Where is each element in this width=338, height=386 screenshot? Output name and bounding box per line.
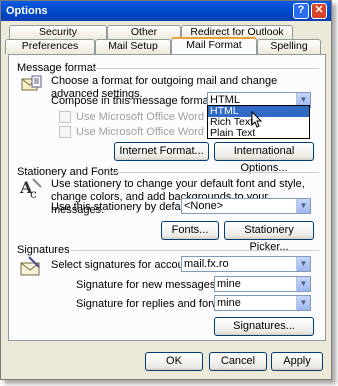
internet-format-button[interactable]: Internet Format... [114, 142, 209, 161]
tab-security[interactable]: Security [9, 25, 107, 40]
tab-label: Mail Format [186, 39, 242, 51]
new-signature-select[interactable]: mine ▼ [214, 276, 311, 292]
mouse-cursor-icon [251, 111, 263, 128]
tab-other[interactable]: Other [107, 25, 181, 40]
tab-spelling[interactable]: Spelling [257, 39, 321, 54]
account-value: mail.fx.ro [184, 258, 229, 270]
help-button[interactable]: ? [293, 3, 309, 19]
tab-mail-setup[interactable]: Mail Setup [95, 39, 171, 54]
cancel-button[interactable]: Cancel [209, 352, 267, 371]
tab-label: Security [39, 26, 77, 38]
signatures-button[interactable]: Signatures... [214, 317, 314, 336]
tab-mail-format[interactable]: Mail Format [171, 37, 257, 54]
close-button[interactable]: ✕ [311, 3, 327, 19]
word-edit-label: Use Microsoft Office Word 200 [76, 111, 226, 123]
svg-text:c: c [30, 187, 37, 201]
word-read-checkbox[interactable] [59, 126, 71, 138]
divider [109, 172, 319, 173]
divider [91, 68, 319, 69]
message-format-title: Message format [17, 62, 96, 74]
mail-envelope-icon [21, 75, 42, 91]
signature-icon [20, 256, 40, 276]
stationery-picker-button[interactable]: Stationery Picker... [224, 221, 314, 253]
title-bar[interactable]: Options ? ✕ [1, 1, 331, 21]
apply-button[interactable]: Apply [271, 352, 323, 371]
fonts-button[interactable]: Fonts... [161, 221, 219, 240]
chevron-down-icon[interactable]: ▼ [296, 257, 310, 271]
font-icon: A c [19, 178, 42, 201]
chevron-down-icon[interactable]: ▼ [296, 199, 310, 213]
chevron-down-icon[interactable]: ▼ [296, 296, 310, 310]
compose-format-label: Compose in this message format: [51, 95, 215, 107]
tab-label: Mail Setup [108, 40, 158, 52]
ok-button[interactable]: OK [145, 352, 203, 371]
dropdown-option-plain-text[interactable]: Plain Text [208, 128, 309, 139]
stationery-label: Use this stationery by default: [51, 201, 196, 213]
divider [71, 250, 319, 251]
tab-label: Spelling [270, 40, 308, 52]
tab-preferences[interactable]: Preferences [5, 39, 95, 54]
replies-signature-value: mine [217, 297, 241, 309]
stationery-select[interactable]: <None> ▼ [181, 198, 311, 214]
new-messages-label: Signature for new messages: [76, 279, 219, 291]
account-select[interactable]: mail.fx.ro ▼ [181, 256, 311, 272]
replies-signature-select[interactable]: mine ▼ [214, 295, 311, 311]
window-title: Options [6, 5, 48, 17]
options-dialog: Options ? ✕ Security Other Redirect for … [0, 0, 332, 380]
new-signature-value: mine [217, 278, 241, 290]
chevron-down-icon[interactable]: ▼ [296, 277, 310, 291]
account-label: Select signatures for account: [51, 259, 196, 271]
mail-format-panel: Message format Choose a format for outgo… [8, 54, 326, 341]
word-read-label: Use Microsoft Office Word 200 [76, 126, 226, 138]
word-edit-checkbox[interactable] [59, 111, 71, 123]
international-options-button[interactable]: International Options... [214, 142, 314, 174]
tab-label: Preferences [21, 40, 79, 52]
stationery-value: <None> [184, 200, 224, 212]
tab-label: Other [130, 26, 158, 38]
